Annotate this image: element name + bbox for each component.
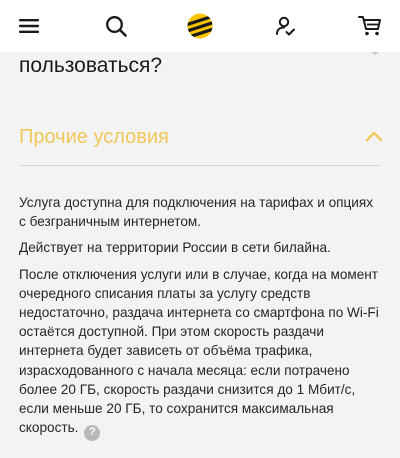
paragraph-availability: Услуга доступна для подключения на тариф… bbox=[19, 195, 374, 230]
user-profile-icon[interactable] bbox=[271, 12, 299, 40]
shopping-cart-icon[interactable] bbox=[356, 12, 384, 40]
paragraph-conditions: После отключения услуги или в случае, ко… bbox=[19, 265, 381, 441]
page-content: пользоваться? Прочие условия Услуга дост… bbox=[0, 0, 400, 458]
section-divider bbox=[19, 165, 381, 166]
help-icon[interactable]: ? bbox=[84, 424, 101, 441]
chevron-up-icon[interactable] bbox=[365, 130, 383, 142]
top-navigation-bar bbox=[0, 0, 400, 52]
previous-question-title[interactable]: пользоваться? bbox=[19, 52, 162, 80]
accordion-body: Услуга доступна для подключения на тариф… bbox=[19, 193, 381, 448]
accordion-header-other-conditions[interactable]: Прочие условия bbox=[19, 118, 383, 162]
search-icon[interactable] bbox=[102, 12, 130, 40]
hamburger-menu-icon[interactable] bbox=[15, 12, 43, 40]
paragraph-conditions-text: После отключения услуги или в случае, ко… bbox=[19, 266, 379, 436]
beeline-logo-icon[interactable] bbox=[186, 12, 214, 40]
paragraph-region: Действует на территории России в сети би… bbox=[19, 240, 331, 256]
accordion-title: Прочие условия bbox=[19, 126, 169, 148]
